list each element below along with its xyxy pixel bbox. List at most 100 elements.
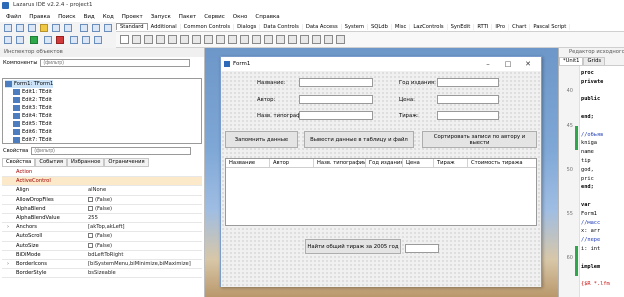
menu-window[interactable]: Окно bbox=[233, 14, 248, 20]
project-options-icon[interactable] bbox=[4, 36, 12, 44]
selection-pointer-icon[interactable] bbox=[120, 35, 129, 44]
radiobutton-icon[interactable] bbox=[228, 35, 237, 44]
tab-events[interactable]: События bbox=[35, 158, 67, 167]
save-data-button[interactable]: Запомнить данные bbox=[225, 131, 298, 148]
tab-properties[interactable]: Свойства bbox=[2, 158, 36, 167]
stop-icon[interactable] bbox=[56, 36, 64, 44]
togglebox-icon[interactable] bbox=[204, 35, 213, 44]
pause-icon[interactable] bbox=[44, 36, 52, 44]
menu-code[interactable]: Код bbox=[103, 14, 114, 20]
checkbox[interactable] bbox=[88, 196, 93, 202]
tab-data-controls[interactable]: Data Controls bbox=[260, 23, 303, 30]
build-icon[interactable] bbox=[16, 36, 24, 44]
close-icon[interactable]: ✕ bbox=[523, 60, 533, 68]
edit-name-field[interactable] bbox=[299, 78, 373, 87]
edit-publisher-field[interactable] bbox=[299, 111, 373, 120]
menu-edit[interactable]: Правка bbox=[29, 14, 50, 20]
menu-tools[interactable]: Сервис bbox=[204, 14, 225, 20]
edit-price-field[interactable] bbox=[437, 95, 499, 104]
expand-arrow-icon[interactable]: › bbox=[7, 261, 9, 267]
button-icon[interactable] bbox=[156, 35, 165, 44]
grid-col-header[interactable]: Год издания bbox=[366, 159, 403, 167]
new-file-icon[interactable] bbox=[4, 24, 12, 32]
components-filter-input[interactable] bbox=[40, 58, 191, 67]
tree-item-form1[interactable]: Form1: TForm1 bbox=[5, 80, 54, 88]
checkbox[interactable] bbox=[88, 233, 93, 239]
groupbox-icon[interactable] bbox=[276, 35, 285, 44]
checkbox-icon[interactable] bbox=[216, 35, 225, 44]
grid-col-header[interactable]: Цена bbox=[403, 159, 434, 167]
tab-sqldb[interactable]: SQLdb bbox=[368, 23, 392, 30]
prop-row[interactable]: ActiveControl bbox=[2, 177, 202, 187]
checkbox[interactable] bbox=[88, 242, 93, 248]
prop-row[interactable]: AutoSize (False) bbox=[2, 242, 202, 251]
tree-item-edit5[interactable]: Edit5: TEdit bbox=[13, 120, 52, 128]
menu-help[interactable]: Справка bbox=[255, 14, 279, 20]
step-into-icon[interactable] bbox=[70, 36, 78, 44]
radiogroup-icon[interactable] bbox=[288, 35, 297, 44]
menu-search[interactable]: Поиск bbox=[58, 14, 75, 20]
edit-year-field[interactable] bbox=[437, 78, 499, 87]
panel-icon[interactable] bbox=[312, 35, 321, 44]
prop-row[interactable]: › Anchors [akTop,akLeft] bbox=[2, 223, 202, 233]
prop-row[interactable]: BorderStyle bsSizeable bbox=[2, 269, 202, 279]
tree-item-edit2[interactable]: Edit2: TEdit bbox=[13, 96, 52, 104]
prop-row[interactable]: Align alNone bbox=[2, 186, 202, 196]
tab-standard[interactable]: Standard bbox=[116, 23, 148, 30]
mainmenu-icon[interactable] bbox=[132, 35, 141, 44]
listbox-icon[interactable] bbox=[240, 35, 249, 44]
edit-author-field[interactable] bbox=[299, 95, 373, 104]
tab-system[interactable]: System bbox=[342, 23, 369, 30]
combobox-icon[interactable] bbox=[252, 35, 261, 44]
view-forms-icon[interactable] bbox=[92, 24, 100, 32]
new-unit-icon[interactable] bbox=[16, 24, 24, 32]
grid-col-header[interactable]: Назв. типографии bbox=[314, 159, 366, 167]
tab-unit1[interactable]: *Unit1 bbox=[559, 57, 584, 65]
maximize-icon[interactable]: □ bbox=[503, 60, 513, 68]
prop-row[interactable]: AutoScroll (False) bbox=[2, 232, 202, 242]
tab-favorites[interactable]: Избранное bbox=[66, 158, 105, 167]
tree-item-edit7[interactable]: Edit7: TEdit bbox=[13, 136, 52, 144]
tab-synedit[interactable]: SynEdit bbox=[448, 23, 475, 30]
label-icon[interactable] bbox=[168, 35, 177, 44]
checkbox[interactable] bbox=[88, 205, 93, 211]
grid-col-header[interactable]: Стоимость тиража bbox=[468, 159, 536, 167]
prop-row[interactable]: AlphaBlend (False) bbox=[2, 205, 202, 214]
prop-row[interactable]: › BorderIcons [biSystemMenu,biMinimize,biM… bbox=[2, 260, 202, 270]
tab-grids[interactable]: Grids bbox=[583, 57, 606, 65]
minimize-icon[interactable]: – bbox=[483, 60, 493, 68]
frame-icon[interactable] bbox=[324, 35, 333, 44]
tree-item-edit6[interactable]: Edit6: TEdit bbox=[13, 128, 52, 136]
find-total-circulation-button[interactable]: Найти общий тираж за 2005 год bbox=[305, 239, 401, 254]
menu-view[interactable]: Вид bbox=[84, 14, 95, 20]
tree-item-edit3[interactable]: Edit3: TEdit bbox=[13, 104, 52, 112]
popupmenu-icon[interactable] bbox=[144, 35, 153, 44]
sort-by-author-button[interactable]: Сортировать записи по автору и выести bbox=[422, 131, 537, 148]
prop-row[interactable]: Action bbox=[2, 168, 202, 178]
actionlist-icon[interactable] bbox=[336, 35, 345, 44]
step-over-icon[interactable] bbox=[82, 36, 90, 44]
edit-circulation-field[interactable] bbox=[437, 111, 499, 120]
view-units-icon[interactable] bbox=[80, 24, 88, 32]
tree-item-edit1[interactable]: Edit1: TEdit bbox=[13, 88, 52, 96]
run-icon[interactable] bbox=[30, 36, 38, 44]
menu-package[interactable]: Пакет bbox=[179, 14, 196, 20]
memo-icon[interactable] bbox=[192, 35, 201, 44]
tab-additional[interactable]: Additional bbox=[148, 23, 181, 30]
tree-item-edit4[interactable]: Edit4: TEdit bbox=[13, 112, 52, 120]
tab-misc[interactable]: Misc bbox=[392, 23, 411, 30]
output-table-file-button[interactable]: Вывести данные в таблицу и файл bbox=[304, 131, 414, 148]
edit-total-result-field[interactable] bbox=[405, 244, 439, 253]
checkgroup-icon[interactable] bbox=[300, 35, 309, 44]
open-folder-icon[interactable] bbox=[40, 24, 48, 32]
menu-file[interactable]: Файл bbox=[6, 14, 21, 20]
menu-run[interactable]: Запуск bbox=[151, 14, 171, 20]
prop-row[interactable]: AllowDropFiles (False) bbox=[2, 196, 202, 205]
properties-filter-input[interactable] bbox=[31, 146, 192, 155]
save-all-icon[interactable] bbox=[64, 24, 72, 32]
tab-pascal-script[interactable]: Pascal Script bbox=[530, 23, 571, 30]
tab-rtti[interactable]: RTTI bbox=[474, 23, 493, 30]
expand-arrow-icon[interactable]: › bbox=[7, 224, 9, 230]
menu-project[interactable]: Проект bbox=[122, 14, 143, 20]
tab-data-access[interactable]: Data Access bbox=[303, 23, 342, 30]
